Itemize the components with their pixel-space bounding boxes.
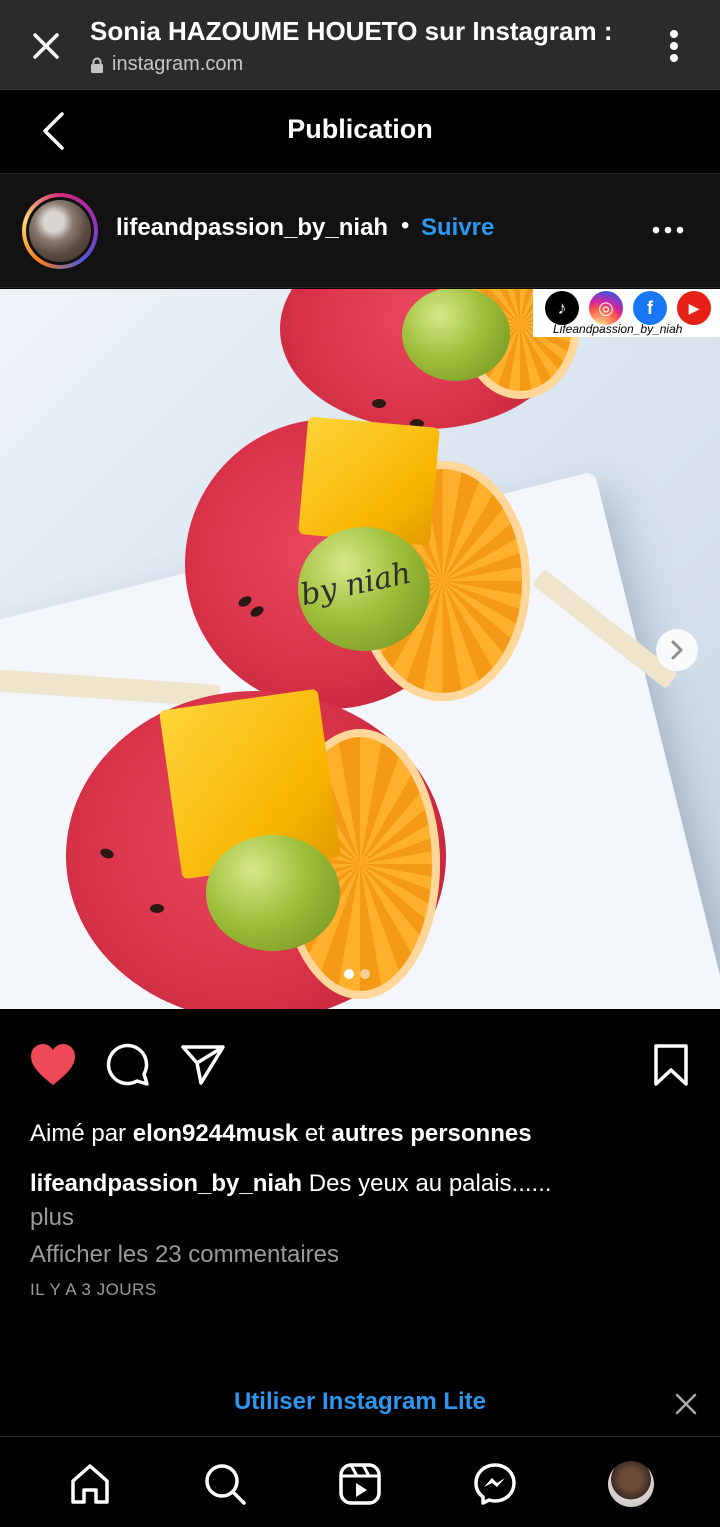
post-timestamp: IL Y A 3 JOURS [30,1280,157,1299]
comment-icon[interactable] [103,1040,153,1090]
messenger-icon[interactable] [470,1459,520,1509]
browser-title: Sonia HAZOUME HOUETO sur Instagram : [90,16,613,46]
caption-username[interactable]: lifeandpassion_by_niah [30,1170,302,1197]
home-icon[interactable] [65,1459,115,1509]
seed [150,904,164,913]
post-username[interactable]: lifeandpassion_by_niah [116,214,388,242]
likes-connector: et [304,1120,325,1147]
likes-prefix: Aimé par [30,1120,127,1147]
bookmark-icon[interactable] [646,1040,696,1090]
post-actions [0,1040,720,1096]
caption: lifeandpassion_by_niah Des yeux au palai… [30,1167,590,1235]
close-icon[interactable] [668,1386,704,1422]
carousel-indicator [344,969,370,979]
likes-user[interactable]: elon9244musk [133,1120,298,1147]
follow-button[interactable]: Suivre [421,214,494,242]
lock-icon [91,57,103,73]
grape [206,835,340,951]
post-image[interactable]: by niah ♪ ◎ f ▶ Lifeandpassion_by_niah [0,289,720,1009]
post-header: lifeandpassion_by_niah • Suivre [0,174,720,288]
caption-more-link[interactable]: plus [30,1204,74,1231]
instagram-icon: ◎ [589,291,623,325]
tiktok-icon: ♪ [545,291,579,325]
reels-icon[interactable] [335,1459,385,1509]
app-header: Publication [0,90,720,174]
lite-banner: Utiliser Instagram Lite [0,1370,720,1436]
send-icon[interactable] [178,1040,228,1090]
use-lite-link[interactable]: Utiliser Instagram Lite [0,1388,720,1416]
youtube-icon: ▶ [677,291,711,325]
avatar[interactable] [22,193,98,269]
carousel-dot-active [344,969,354,979]
social-handle: Lifeandpassion_by_niah [553,322,683,336]
browser-url: instagram.com [90,53,243,76]
facebook-icon: f [633,291,667,325]
view-comments-link[interactable]: Afficher les 23 commentaires [30,1241,339,1269]
chevron-right-icon[interactable] [656,629,698,671]
url-text: instagram.com [112,53,244,75]
likes-line[interactable]: Aimé par elon9244musk et autres personne… [30,1120,532,1148]
page-title: Publication [287,114,433,144]
mango-cube [298,416,440,546]
grape [402,289,510,381]
separator-dot: • [401,212,410,239]
search-icon[interactable] [200,1459,250,1509]
likes-others[interactable]: autres personnes [332,1120,532,1147]
bottom-nav [0,1436,720,1527]
social-badge: ♪ ◎ f ▶ Lifeandpassion_by_niah [533,289,720,337]
browser-toolbar: Sonia HAZOUME HOUETO sur Instagram : ins… [0,0,720,90]
close-icon[interactable] [24,24,68,68]
heart-icon[interactable] [28,1040,78,1090]
more-horiz-icon[interactable] [648,214,688,246]
profile-avatar[interactable] [606,1459,656,1509]
caption-text: Des yeux au palais...... [308,1170,552,1197]
seed [372,399,386,408]
more-vert-icon[interactable] [654,24,694,68]
carousel-dot [360,969,370,979]
